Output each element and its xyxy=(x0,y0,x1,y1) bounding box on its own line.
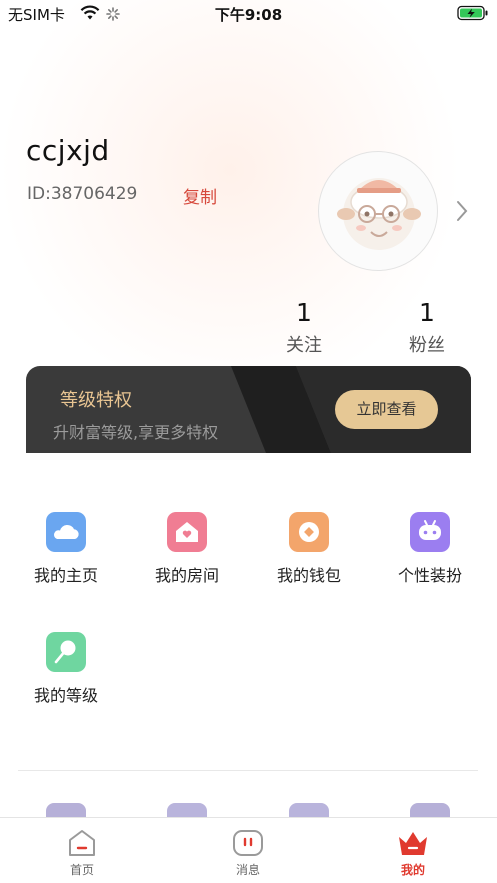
vip-subtitle: 升财富等级,享更多特权 xyxy=(53,423,219,442)
menu-item-homepage[interactable]: 我的主页 xyxy=(11,512,121,586)
copy-id-button[interactable]: 复制 xyxy=(183,183,217,208)
status-bar: 无SIM卡 下午9:08 xyxy=(0,0,497,28)
view-now-button[interactable]: 立即查看 xyxy=(335,390,438,429)
profile-page: 无SIM卡 下午9:08 ccjxjd ID:38706429 复制 1 关注 … xyxy=(0,0,497,883)
username: ccjxjd xyxy=(26,134,110,167)
avatar[interactable] xyxy=(318,151,438,271)
vip-title: 等级特权 xyxy=(60,390,132,411)
fans-label: 粉丝 xyxy=(409,335,445,356)
tab-me[interactable]: 我的 xyxy=(363,818,463,883)
menu-label-wallet: 我的钱包 xyxy=(276,566,341,585)
section-divider xyxy=(18,770,478,771)
tab-messages-label: 消息 xyxy=(235,863,260,877)
bottom-tab-bar: 首页 消息 我的 xyxy=(0,817,497,883)
fans-count: 1 xyxy=(419,298,435,327)
vip-privilege-card[interactable]: 等级特权 升财富等级,享更多特权 立即查看 xyxy=(26,366,471,453)
cloud-icon xyxy=(46,512,86,552)
message-icon xyxy=(233,830,263,856)
fans-stat[interactable]: 1 粉丝 xyxy=(387,298,467,357)
crown-icon xyxy=(399,832,427,855)
clock: 下午9:08 xyxy=(214,6,283,24)
following-count: 1 xyxy=(296,298,312,327)
chevron-right-icon[interactable] xyxy=(455,199,469,227)
gamepad-icon xyxy=(410,512,450,552)
tab-home[interactable]: 首页 xyxy=(32,818,132,883)
menu-item-room[interactable]: 我的房间 xyxy=(132,512,242,586)
menu-label-level: 我的等级 xyxy=(33,686,98,705)
following-label: 关注 xyxy=(286,335,322,356)
user-id: ID:38706429 xyxy=(27,184,138,204)
house-heart-icon xyxy=(167,512,207,552)
following-stat[interactable]: 1 关注 xyxy=(264,298,344,357)
lollipop-icon xyxy=(46,632,86,672)
home-icon xyxy=(69,830,95,856)
menu-item-dressup[interactable]: 个性装扮 xyxy=(375,512,485,586)
menu-label-dressup: 个性装扮 xyxy=(397,566,462,585)
menu-item-wallet[interactable]: 我的钱包 xyxy=(254,512,364,586)
tab-messages[interactable]: 消息 xyxy=(198,818,298,883)
tab-home-label: 首页 xyxy=(69,863,94,877)
menu-label-room: 我的房间 xyxy=(154,566,219,585)
battery-charging-icon xyxy=(457,5,489,25)
coin-icon xyxy=(289,512,329,552)
tab-me-label: 我的 xyxy=(400,863,425,877)
sheep-avatar-icon xyxy=(337,178,421,250)
menu-item-level[interactable]: 我的等级 xyxy=(11,632,121,706)
menu-label-homepage: 我的主页 xyxy=(33,566,98,585)
